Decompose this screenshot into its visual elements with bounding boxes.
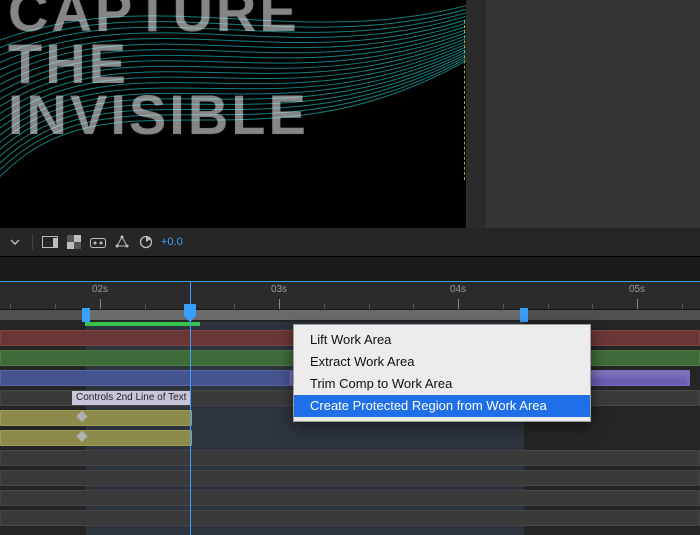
preview-toolbar: +0.0 <box>0 228 700 256</box>
tick-label: 03s <box>271 284 287 295</box>
render-settings-icon[interactable] <box>137 233 155 251</box>
layer-row[interactable] <box>0 468 700 488</box>
menu-item-create-protected-region[interactable]: Create Protected Region from Work Area <box>294 395 590 417</box>
work-area-start-handle[interactable] <box>82 308 90 322</box>
playhead[interactable] <box>190 282 191 535</box>
timeline-panel[interactable]: 02s 03s 04s 05s <box>0 282 700 535</box>
preview-title-text: CAPTURE THE INVISIBLE <box>8 0 466 141</box>
work-area-end-handle[interactable] <box>520 308 528 322</box>
menu-item-trim-comp[interactable]: Trim Comp to Work Area <box>294 373 590 395</box>
work-area-bar[interactable] <box>86 310 524 320</box>
layer-row[interactable] <box>0 508 700 528</box>
tick-label: 02s <box>92 284 108 295</box>
layer-label[interactable]: Controls 2nd Line of Text <box>72 391 190 405</box>
menu-item-extract-work-area[interactable]: Extract Work Area <box>294 351 590 373</box>
tick-label: 04s <box>450 284 466 295</box>
layer-row[interactable] <box>0 428 700 448</box>
work-area-context-menu: Lift Work Area Extract Work Area Trim Co… <box>293 324 591 422</box>
work-area-outside <box>524 310 700 320</box>
work-area-outside <box>0 310 86 320</box>
layer-row[interactable] <box>0 488 700 508</box>
playhead-handle[interactable] <box>184 304 196 316</box>
composition-preview[interactable]: CAPTURE THE INVISIBLE <box>0 0 466 228</box>
mask-icon[interactable] <box>89 233 107 251</box>
layer-row[interactable] <box>0 448 700 468</box>
exposure-value[interactable]: +0.0 <box>161 236 183 248</box>
cache-indicator <box>85 322 200 326</box>
side-panel <box>466 0 700 228</box>
menu-item-lift-work-area[interactable]: Lift Work Area <box>294 329 590 351</box>
snapshot-icon[interactable] <box>41 233 59 251</box>
time-ruler[interactable]: 02s 03s 04s 05s <box>0 282 700 310</box>
3d-view-icon[interactable] <box>113 233 131 251</box>
tick-label: 05s <box>629 284 645 295</box>
transparency-grid-icon[interactable] <box>65 233 83 251</box>
panel-divider <box>0 256 700 282</box>
dropdown-icon[interactable] <box>6 233 24 251</box>
